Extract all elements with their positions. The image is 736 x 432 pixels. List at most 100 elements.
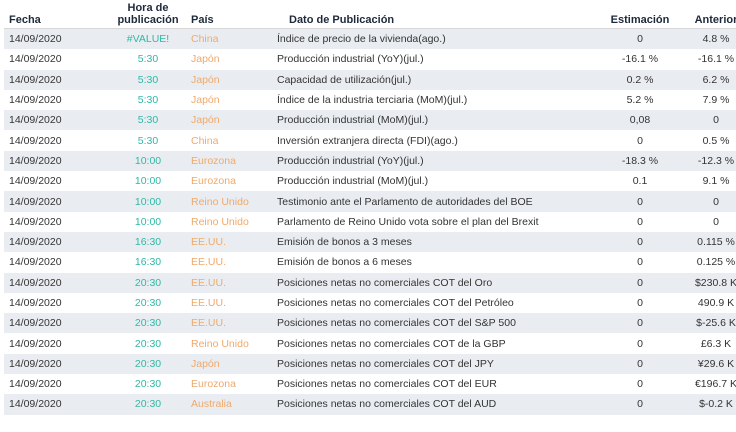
table-row: 14/09/2020 5:30 Japón Capacidad de utilizac…	[4, 69, 736, 90]
cell-pais: China	[187, 130, 277, 151]
cell-hora: 10:00	[109, 171, 187, 192]
cell-fecha: 14/09/2020	[4, 292, 109, 314]
cell-hora: 20:30	[109, 292, 187, 314]
cell-estimacion: 0	[601, 272, 679, 293]
cell-fecha: 14/09/2020	[4, 313, 109, 334]
cell-anterior: $-25.6 K	[679, 313, 736, 334]
cell-hora: 5:30	[109, 110, 187, 131]
cell-hora: 16:30	[109, 231, 187, 253]
cell-fecha: 14/09/2020	[4, 89, 109, 111]
cell-estimacion: 0	[601, 211, 679, 232]
cell-hora: 16:30	[109, 252, 187, 273]
cell-dato: Capacidad de utilización(jul.)	[277, 69, 601, 90]
cell-fecha: 14/09/2020	[4, 171, 109, 192]
cell-estimacion: 0	[601, 333, 679, 354]
cell-pais: Eurozona	[187, 374, 277, 395]
cell-dato: Parlamento de Reino Unido vota sobre el …	[277, 211, 601, 232]
table-row: 14/09/2020 #VALUE! China Índice de precio d…	[4, 28, 736, 50]
cell-fecha: 14/09/2020	[4, 150, 109, 172]
cell-hora: 5:30	[109, 69, 187, 90]
cell-pais: Japón	[187, 49, 277, 70]
cell-anterior: 4.8 %	[679, 28, 736, 50]
cell-estimacion: 0	[601, 252, 679, 273]
header-estimacion: Estimación	[601, 0, 679, 29]
cell-dato: Posiciones netas no comerciales COT de l…	[277, 333, 601, 354]
cell-anterior: ¥29.6 K	[679, 353, 736, 375]
header-fecha: Fecha	[4, 0, 109, 29]
cell-hora: 20:30	[109, 394, 187, 415]
cell-pais: Japón	[187, 353, 277, 375]
cell-fecha: 14/09/2020	[4, 110, 109, 131]
table-header: Fecha Hora de publicación País Dato de P…	[4, 0, 736, 29]
cell-anterior: 9.1 %	[679, 171, 736, 192]
cell-pais: Reino Unido	[187, 333, 277, 354]
table-row: 14/09/2020 20:30 Japón Posiciones netas no …	[4, 353, 736, 375]
cell-dato: Posiciones netas no comerciales COT del …	[277, 292, 601, 314]
cell-fecha: 14/09/2020	[4, 69, 109, 90]
cell-anterior: -12.3 %	[679, 150, 736, 172]
cell-fecha: 14/09/2020	[4, 231, 109, 253]
cell-dato: Posiciones netas no comerciales COT del …	[277, 353, 601, 375]
cell-pais: EE.UU.	[187, 231, 277, 253]
cell-dato: Testimonio ante el Parlamento de autorid…	[277, 191, 601, 212]
table-row: 14/09/2020 20:30 EE.UU. Posiciones netas no…	[4, 292, 736, 314]
table-row: 14/09/2020 20:30 Australia Posiciones netas…	[4, 394, 736, 415]
cell-dato: Posiciones netas no comerciales COT del …	[277, 394, 601, 415]
cell-anterior: $-0.2 K	[679, 394, 736, 415]
cell-hora: 5:30	[109, 49, 187, 70]
cell-hora: 20:30	[109, 333, 187, 354]
table-row: 14/09/2020 16:30 EE.UU. Emisión de bonos a …	[4, 231, 736, 253]
cell-pais: EE.UU.	[187, 252, 277, 273]
table-row: 14/09/2020 16:30 EE.UU. Emisión de bonos a …	[4, 252, 736, 273]
cell-pais: Eurozona	[187, 171, 277, 192]
cell-anterior: $230.8 K	[679, 272, 736, 293]
header-hora: Hora de publicación	[109, 0, 187, 29]
cell-estimacion: 0,08	[601, 110, 679, 131]
cell-anterior: 0	[679, 110, 736, 131]
cell-estimacion: 0	[601, 353, 679, 375]
cell-anterior: €196.7 K	[679, 374, 736, 395]
cell-anterior: 0.115 %	[679, 231, 736, 253]
cell-fecha: 14/09/2020	[4, 333, 109, 354]
cell-estimacion: 0	[601, 130, 679, 151]
header-pais: País	[187, 0, 277, 29]
cell-pais: China	[187, 28, 277, 50]
cell-hora: 20:30	[109, 374, 187, 395]
cell-estimacion: 0	[601, 28, 679, 50]
cell-hora: 20:30	[109, 272, 187, 293]
cell-anterior: 490.9 K	[679, 292, 736, 314]
cell-fecha: 14/09/2020	[4, 272, 109, 293]
table-row: 14/09/2020 20:30 EE.UU. Posiciones netas no…	[4, 313, 736, 334]
cell-anterior: £6.3 K	[679, 333, 736, 354]
cell-estimacion: -16.1 %	[601, 49, 679, 70]
cell-fecha: 14/09/2020	[4, 130, 109, 151]
cell-fecha: 14/09/2020	[4, 211, 109, 232]
cell-fecha: 14/09/2020	[4, 28, 109, 50]
table-row: 14/09/2020 5:30 Japón Índice de la industri…	[4, 89, 736, 111]
cell-dato: Posiciones netas no comerciales COT del …	[277, 313, 601, 334]
header-row: Fecha Hora de publicación País Dato de P…	[4, 0, 736, 29]
cell-estimacion: 5.2 %	[601, 89, 679, 111]
cell-dato: Inversión extranjera directa (FDI)(ago.)	[277, 130, 601, 151]
cell-anterior: 7.9 %	[679, 89, 736, 111]
cell-fecha: 14/09/2020	[4, 191, 109, 212]
cell-pais: Reino Unido	[187, 211, 277, 232]
cell-estimacion: 0	[601, 292, 679, 314]
table-row: 14/09/2020 10:00 Eurozona Producción indust…	[4, 171, 736, 192]
cell-hora: 10:00	[109, 211, 187, 232]
cell-pais: Japón	[187, 89, 277, 111]
table-row: 14/09/2020 20:30 EE.UU. Posiciones netas no…	[4, 272, 736, 293]
table-body: 14/09/2020 #VALUE! China Índice de precio d…	[4, 28, 736, 415]
table-row: 14/09/2020 5:30 China Inversión extranjera …	[4, 130, 736, 151]
cell-dato: Posiciones netas no comerciales COT del …	[277, 272, 601, 293]
cell-dato: Emisión de bonos a 3 meses	[277, 231, 601, 253]
table-row: 14/09/2020 5:30 Japón Producción industrial…	[4, 49, 736, 70]
table-row: 14/09/2020 5:30 Japón Producción industrial…	[4, 110, 736, 131]
cell-anterior: 0.125 %	[679, 252, 736, 273]
cell-estimacion: 0	[601, 374, 679, 395]
cell-anterior: 6.2 %	[679, 69, 736, 90]
table-row: 14/09/2020 10:00 Eurozona Producción indust…	[4, 150, 736, 172]
cell-hora: 5:30	[109, 89, 187, 111]
cell-pais: EE.UU.	[187, 313, 277, 334]
cell-hora: #VALUE!	[109, 28, 187, 50]
